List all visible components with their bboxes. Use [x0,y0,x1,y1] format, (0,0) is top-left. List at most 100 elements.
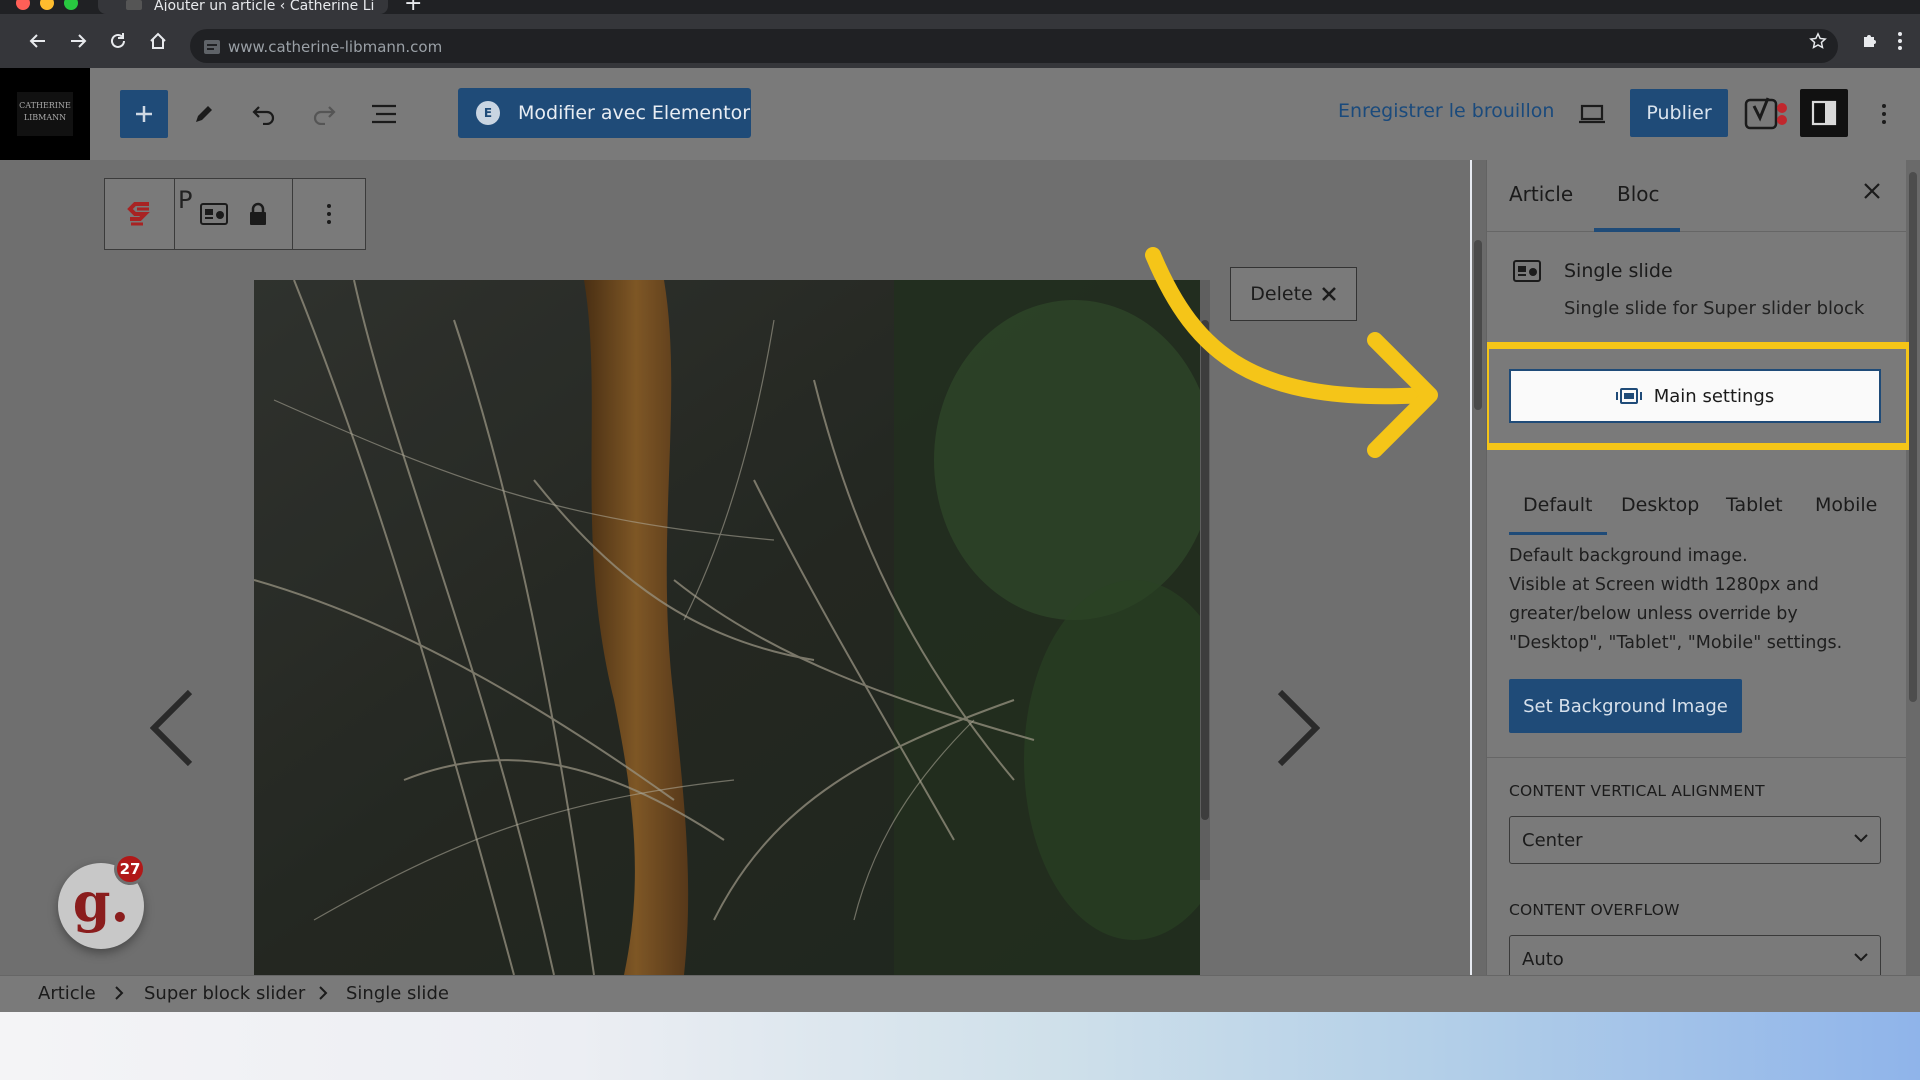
main-settings-button[interactable]: Main settings [1509,369,1881,423]
bookmark-star-icon[interactable] [1798,14,1838,68]
back-arrow-icon[interactable] [18,14,58,68]
sidebar-panel-icon [1811,100,1837,126]
laptop-preview-icon [1579,104,1605,124]
chevron-right-icon [1277,689,1321,767]
site-logo-line2: LIBMANN [23,113,67,122]
vertical-alignment-select[interactable]: Center [1509,816,1881,864]
site-info-icon[interactable] [204,39,220,54]
window-maximize-button[interactable] [64,0,78,10]
breadcrumb-article[interactable]: Article [38,983,96,1004]
desktop-background [0,1012,1920,1080]
grammar-assistant-button[interactable]: g. 27 [58,853,146,949]
block-card: Single slide Single slide for Super slid… [1487,232,1906,342]
slider-next-arrow[interactable] [1276,689,1321,770]
browser-toolbar: www.catherine-libmann.com [0,14,1920,68]
chevron-right-icon [115,986,124,1000]
annotation-arrow [1145,247,1438,458]
home-icon[interactable] [138,14,178,68]
new-tab-plus-icon[interactable]: + [404,0,422,15]
pencil-icon [196,106,212,122]
lock-icon [249,202,266,225]
sidebar-tabs: Article Bloc [1487,160,1906,232]
content-overflow-select[interactable]: Auto [1509,935,1881,975]
help-text-line2: Visible at Screen width 1280px and great… [1509,575,1843,653]
block-type-button[interactable] [175,179,293,249]
browser-menu-icon[interactable] [1880,14,1920,68]
undo-icon [252,106,275,125]
list-view-icon [372,104,396,124]
sidebar-scrollbar[interactable] [1906,160,1920,975]
yoast-seo-icon[interactable] [1744,92,1788,136]
slider-prev-arrow[interactable] [149,689,194,770]
edit-with-elementor-button[interactable]: E Modifier avec Elementor [458,88,751,138]
content-overflow-value: Auto [1522,948,1564,970]
background-help-text: Default background image. Visible at Scr… [1509,542,1889,658]
active-responsive-indicator [1509,532,1607,535]
vertical-alignment-value: Center [1522,829,1583,851]
settings-slider-icon [1615,388,1642,404]
block-breadcrumb: Article Super block slider Single slide [0,975,1920,1012]
add-block-button[interactable] [120,90,168,138]
undo-button[interactable] [240,90,288,138]
address-bar[interactable]: www.catherine-libmann.com [190,29,1838,63]
slide-background-image[interactable] [254,280,1200,975]
main-settings-label: Main settings [1653,385,1775,407]
browser-tabstrip: Ajouter un article ‹ Catherine Libm + [0,0,1920,15]
browser-tab[interactable]: Ajouter un article ‹ Catherine Libm [98,0,388,14]
super-slider-logo-icon [126,202,150,226]
notification-count-badge: 27 [114,853,146,885]
document-overview-button[interactable] [360,90,408,138]
plus-icon [136,106,152,122]
chevron-down-icon [1854,834,1868,843]
reload-icon[interactable] [98,14,138,68]
block-toolbar [104,178,366,250]
close-sidebar-icon[interactable] [1863,182,1881,204]
settings-sidebar: Article Bloc Single slide Single slide f… [1486,160,1906,975]
window-close-button[interactable] [16,0,30,10]
slide-block-icon [199,203,228,225]
save-draft-button[interactable]: Enregistrer le brouillon [1338,100,1554,122]
chevron-down-icon [1854,953,1868,962]
canvas-scrollbar[interactable] [1472,160,1486,975]
parent-block-button[interactable] [105,179,175,249]
editor-header: CATHERINE LIBMANN E Modifier avec Elemen… [0,68,1920,160]
options-menu-icon[interactable] [1872,90,1896,138]
divider [1487,757,1906,758]
site-logo[interactable]: CATHERINE LIBMANN [0,68,90,160]
tab-article[interactable]: Article [1509,182,1573,206]
responsive-tabs: Default Desktop Tablet Mobile [1509,482,1889,536]
chevron-left-icon [149,689,193,767]
paragraph-placeholder: P [178,186,193,214]
tools-pencil-button[interactable] [180,90,228,138]
elementor-button-label: Modifier avec Elementor [518,102,751,124]
url-text: www.catherine-libmann.com [228,38,443,56]
tab-desktop[interactable]: Desktop [1621,494,1699,516]
elementor-icon: E [476,101,500,125]
publish-button[interactable]: Publier [1630,89,1728,137]
window-minimize-button[interactable] [40,0,54,10]
breadcrumb-single-slide[interactable]: Single slide [346,983,449,1004]
settings-sidebar-toggle[interactable] [1800,89,1848,137]
redo-button[interactable] [300,90,348,138]
tab-mobile[interactable]: Mobile [1815,494,1877,516]
tab-favicon-icon [126,0,142,10]
chevron-right-icon [319,986,328,1000]
breadcrumb-super-block-slider[interactable]: Super block slider [144,983,305,1004]
block-title: Single slide [1564,260,1673,282]
tab-bloc[interactable]: Bloc [1617,182,1660,206]
tab-default[interactable]: Default [1523,494,1592,516]
set-background-image-button[interactable]: Set Background Image [1509,679,1742,733]
vertical-alignment-label: CONTENT VERTICAL ALIGNMENT [1509,782,1765,800]
more-vertical-icon [327,204,331,224]
tab-tablet[interactable]: Tablet [1726,494,1783,516]
content-overflow-label: CONTENT OVERFLOW [1509,901,1680,919]
preview-button[interactable] [1568,90,1616,138]
redo-icon [313,106,336,125]
tab-title: Ajouter un article ‹ Catherine Libm [154,0,374,11]
block-description: Single slide for Super slider block [1564,298,1865,319]
highlight-box-edge [1906,342,1909,450]
help-text-line1: Default background image. [1509,546,1748,566]
slide-block-icon [1513,260,1541,282]
forward-arrow-icon[interactable] [58,14,98,68]
block-options-button[interactable] [293,179,365,249]
